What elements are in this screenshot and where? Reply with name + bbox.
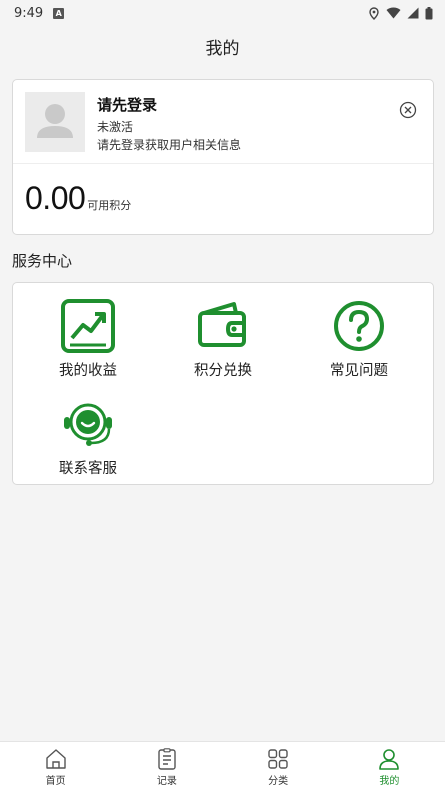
status-time: 9:49 — [14, 5, 44, 21]
category-icon — [268, 749, 288, 769]
nav-category[interactable]: 分类 — [223, 742, 334, 791]
bottom-nav: 首页 记录 分类 我的 — [0, 741, 445, 791]
nav-label: 首页 — [45, 776, 66, 787]
wifi-icon — [386, 7, 401, 19]
wallet-icon — [198, 302, 246, 347]
home-icon — [45, 749, 66, 769]
earnings-chart-icon — [61, 299, 115, 353]
service-faq[interactable]: 常见问题 — [294, 299, 424, 389]
service-label: 积分兑换 — [194, 363, 252, 379]
status-bar: 9:49 A — [0, 0, 445, 26]
notification-badge-icon: A — [53, 7, 65, 19]
service-label: 联系客服 — [59, 461, 117, 477]
headset-icon — [64, 403, 112, 446]
profile-card: 请先登录 未激活 请先登录获取用户相关信息 0.00 可用积分 — [12, 79, 434, 235]
login-hint-text: 请先登录获取用户相关信息 — [97, 138, 242, 152]
service-card: 我的收益 积分兑换 常见问题 联系客服 — [12, 282, 434, 485]
service-earnings[interactable]: 我的收益 — [23, 299, 153, 389]
nav-home[interactable]: 首页 — [0, 742, 111, 791]
nav-label: 我的 — [379, 776, 400, 787]
service-center-title: 服务中心 — [12, 252, 73, 270]
record-icon — [158, 748, 176, 770]
login-prompt-title[interactable]: 请先登录 — [97, 94, 157, 115]
close-icon[interactable] — [399, 101, 417, 119]
page-title: 我的 — [205, 38, 240, 59]
avatar[interactable] — [25, 92, 85, 152]
nav-label: 记录 — [156, 776, 177, 787]
user-icon — [379, 749, 400, 770]
signal-icon — [407, 7, 419, 19]
nav-mine[interactable]: 我的 — [334, 742, 445, 791]
location-icon — [369, 6, 379, 20]
service-label: 我的收益 — [59, 363, 117, 379]
battery-icon — [425, 6, 433, 19]
service-label: 常见问题 — [330, 363, 388, 379]
activation-status: 未激活 — [97, 120, 134, 134]
service-points-exchange[interactable]: 积分兑换 — [158, 299, 288, 389]
points-value: 0.00 — [25, 180, 86, 216]
points-row[interactable]: 0.00 可用积分 — [25, 180, 131, 217]
question-circle-icon — [334, 301, 384, 351]
nav-record[interactable]: 记录 — [111, 742, 222, 791]
profile-header[interactable]: 请先登录 未激活 请先登录获取用户相关信息 — [13, 80, 433, 164]
points-label: 可用积分 — [87, 199, 132, 212]
default-avatar-icon — [37, 104, 73, 138]
nav-label: 分类 — [268, 776, 289, 787]
service-contact-support[interactable]: 联系客服 — [23, 397, 153, 487]
